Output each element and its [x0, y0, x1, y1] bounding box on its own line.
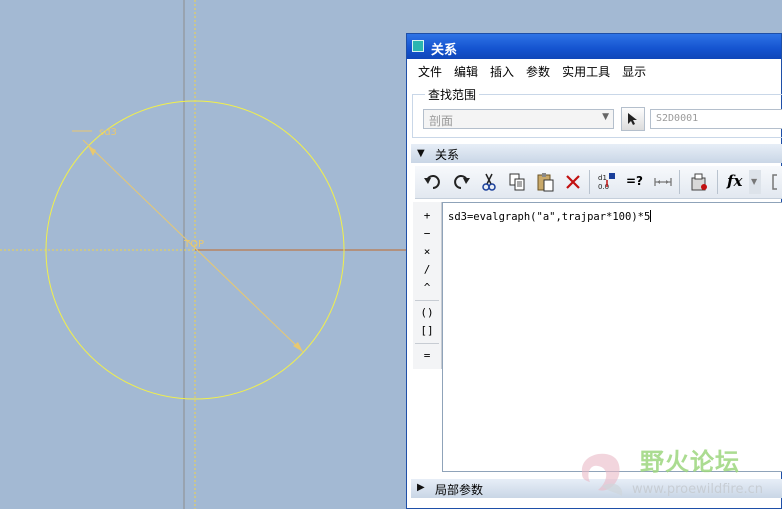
section-select[interactable]: 剖面 ▼: [423, 109, 614, 129]
dialog-app-icon: [412, 40, 424, 52]
expand-triangle-icon: ▼: [417, 148, 425, 159]
delete-icon: [566, 175, 580, 189]
chevron-down-icon: ▼: [751, 177, 758, 186]
operator-divide-button[interactable]: /: [413, 261, 441, 279]
paste-button[interactable]: [533, 170, 557, 194]
insert-function-button[interactable]: fx: [725, 170, 749, 194]
relation-line[interactable]: sd3=evalgraph("a",trajpar*100)*5: [448, 210, 652, 223]
sketch-id-value: S2D0001: [656, 113, 699, 124]
dialog-title: 关系: [431, 43, 458, 58]
operator-multiply-button[interactable]: ×: [413, 243, 441, 261]
operator-brackets-button[interactable]: []: [413, 322, 441, 340]
cut-button[interactable]: [477, 170, 501, 194]
menu-bar: 文件 编辑 插入 参数 实用工具 显示: [407, 60, 781, 84]
show-dimensions-button[interactable]: d1 0.0: [595, 170, 619, 194]
operator-plus-button[interactable]: +: [413, 207, 441, 225]
dimension-label-sd3[interactable]: sd3: [99, 127, 117, 138]
operator-minus-button[interactable]: −: [413, 225, 441, 243]
menu-insert[interactable]: 插入: [484, 60, 520, 84]
collapse-triangle-icon: ▶: [417, 482, 425, 493]
redo-icon: [454, 175, 470, 189]
verify-button[interactable]: =?: [623, 170, 647, 194]
cut-icon: [482, 173, 496, 191]
operator-power-button[interactable]: ^: [413, 279, 441, 297]
menu-utilities[interactable]: 实用工具: [556, 60, 616, 84]
cursor-arrow-icon: [628, 113, 637, 125]
relations-dialog: 关系 文件 编辑 插入 参数 实用工具 显示 查找范围 剖面 ▼ S2D0001 ▼ 关系: [406, 33, 782, 509]
operator-separator: [415, 300, 439, 301]
menu-edit[interactable]: 编辑: [448, 60, 484, 84]
svg-text:d1: d1: [598, 174, 607, 182]
relations-section-title: 关系: [435, 148, 460, 162]
lookup-scope-label: 查找范围: [425, 86, 480, 103]
section-select-value: 剖面: [429, 114, 454, 128]
toolbar-separator: [679, 170, 680, 194]
toolbar-separator: [589, 170, 590, 194]
verify-label: =?: [626, 174, 644, 188]
menu-parameters[interactable]: 参数: [520, 60, 556, 84]
menu-show[interactable]: 显示: [616, 60, 652, 84]
relation-text: sd3=evalgraph("a",trajpar*100)*5: [448, 211, 651, 223]
redo-button[interactable]: [449, 170, 473, 194]
bracket-icon: [772, 174, 777, 190]
sketch-id-field[interactable]: S2D0001: [650, 109, 782, 129]
operator-equals-button[interactable]: =: [413, 347, 441, 365]
local-parameters-title: 局部参数: [435, 483, 484, 497]
text-caret: [650, 210, 652, 222]
operator-parentheses-button[interactable]: (): [413, 304, 441, 322]
relations-editor[interactable]: sd3=evalgraph("a",trajpar*100)*5: [442, 202, 782, 472]
toolbar-separator: [717, 170, 718, 194]
function-dropdown-button[interactable]: ▼: [749, 170, 761, 194]
relations-toolbar: d1 0.0 =? fx ▼: [415, 166, 782, 199]
delete-button[interactable]: [561, 170, 585, 194]
evaluate-button[interactable]: [687, 170, 711, 194]
operator-separator: [415, 343, 439, 344]
copy-button[interactable]: [505, 170, 529, 194]
chevron-down-icon: ▼: [602, 112, 609, 122]
bracket-tool-button[interactable]: [767, 170, 782, 194]
plane-label-top: TOP: [184, 239, 205, 250]
relations-section-header[interactable]: ▼ 关系: [411, 144, 782, 163]
function-label: fx: [727, 172, 743, 190]
operator-bar: + − × / ^ () [] =: [413, 202, 442, 369]
undo-button[interactable]: [421, 170, 445, 194]
dimension-arrow-top: [88, 146, 96, 156]
dialog-titlebar[interactable]: 关系: [407, 34, 781, 59]
evaluate-icon: [691, 173, 707, 191]
pick-from-model-button[interactable]: [621, 107, 645, 131]
local-parameters-section-header[interactable]: ▶ 局部参数: [411, 479, 782, 498]
paste-icon: [537, 173, 554, 192]
sort-icon: [654, 178, 672, 186]
show-dimensions-icon: d10.0: [598, 173, 615, 191]
menu-file[interactable]: 文件: [407, 60, 448, 84]
sort-relations-button[interactable]: [651, 170, 675, 194]
copy-icon: [509, 173, 525, 191]
undo-icon: [424, 175, 440, 189]
